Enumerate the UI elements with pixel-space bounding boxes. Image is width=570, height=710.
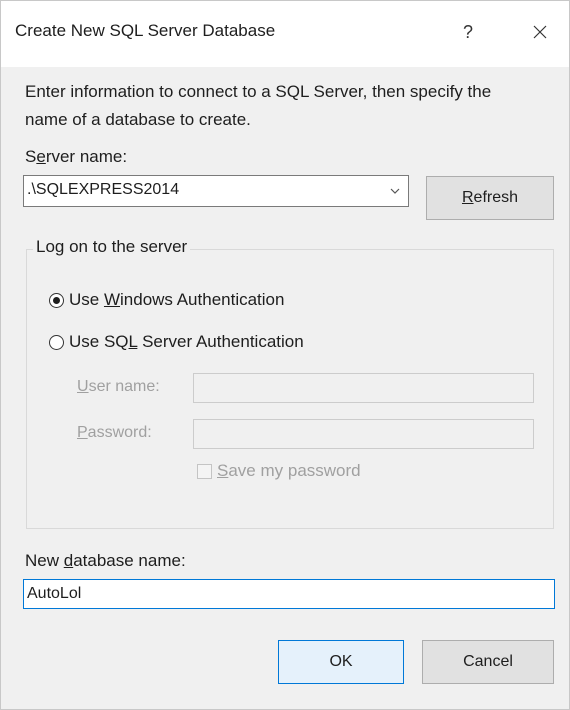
server-name-combobox[interactable]: .\SQLEXPRESS2014 <box>23 175 409 207</box>
username-label: User name: <box>77 378 160 395</box>
instructions-text: Enter information to connect to a SQL Se… <box>25 78 555 134</box>
instructions-line-2: name of a database to create. <box>25 110 251 129</box>
title-bar: Create New SQL Server Database ? <box>1 1 569 67</box>
create-database-dialog: Create New SQL Server Database ? Enter i… <box>0 0 570 710</box>
windows-auth-label[interactable]: Use Windows Authentication <box>69 290 284 310</box>
sql-auth-radio[interactable] <box>49 335 64 350</box>
username-field[interactable] <box>193 373 534 403</box>
server-name-value: .\SQLEXPRESS2014 <box>27 181 180 198</box>
close-button[interactable] <box>523 15 557 49</box>
database-name-label: New database name: <box>25 551 186 570</box>
radio-selected-dot <box>53 297 60 304</box>
ok-button[interactable]: OK <box>278 640 404 684</box>
cancel-button[interactable]: Cancel <box>422 640 554 684</box>
dialog-title: Create New SQL Server Database <box>15 21 276 40</box>
refresh-button-label: Refresh <box>461 189 519 206</box>
server-name-label: Server name: <box>25 147 128 166</box>
refresh-button[interactable]: Refresh <box>426 176 554 220</box>
password-field[interactable] <box>193 419 534 449</box>
close-icon <box>533 25 547 39</box>
instructions-line-1: Enter information to connect to a SQL Se… <box>25 82 492 101</box>
help-icon: ? <box>462 21 473 42</box>
save-password-checkbox[interactable] <box>197 464 212 479</box>
password-label: Password: <box>77 424 152 441</box>
windows-auth-radio[interactable] <box>49 293 64 308</box>
database-name-input[interactable] <box>23 579 555 609</box>
help-button[interactable]: ? <box>453 15 483 49</box>
sql-auth-label[interactable]: Use SQL Server Authentication <box>69 332 304 352</box>
logon-group-title: Log on to the server <box>33 237 191 257</box>
save-password-label[interactable]: Save my password <box>217 461 361 481</box>
cancel-button-label: Cancel <box>463 653 513 670</box>
ok-button-label: OK <box>329 653 353 670</box>
chevron-down-icon[interactable] <box>388 184 402 198</box>
